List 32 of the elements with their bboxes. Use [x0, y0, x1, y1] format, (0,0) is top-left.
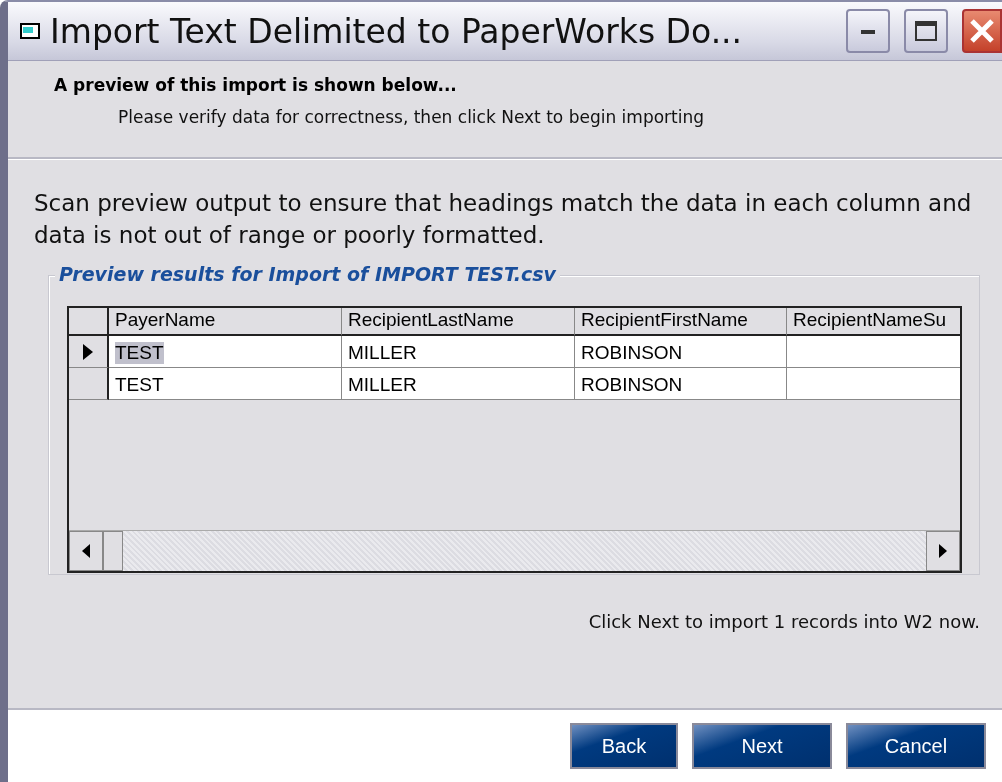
summary-text: Click Next to import 1 records into W2 now. [587, 611, 980, 632]
window-icon [20, 23, 40, 39]
row-pointer-icon [83, 343, 93, 360]
header-heading: A preview of this import is shown below... [54, 75, 458, 95]
column-header[interactable]: PayerName [109, 308, 342, 336]
header-subheading: Please verify data for correctness, then click Next to begin importing [118, 107, 705, 127]
column-header[interactable]: RecipientLastName [342, 308, 575, 336]
maximize-button[interactable] [904, 9, 948, 53]
scroll-left-button[interactable] [69, 531, 103, 571]
minimize-button[interactable] [846, 9, 890, 53]
scroll-right-button[interactable] [926, 531, 960, 571]
group-title: Preview results for Import of IMPORT TEST.csv [55, 263, 560, 285]
maximize-icon [915, 21, 937, 41]
cancel-button[interactable]: Cancel [846, 723, 986, 769]
close-icon [969, 18, 995, 44]
table-cell: ROBINSON [581, 342, 683, 364]
left-arrow-icon [82, 544, 90, 558]
instructions-text: Scan preview output to ensure that headings match the data in each column and data is not out of range or poorly formatted. [34, 189, 973, 250]
table-cell: MILLER [348, 374, 417, 396]
column-header[interactable]: RecipientFirstName [575, 308, 787, 336]
window-title: Import Text Delimited to PaperWorks Do... [50, 11, 744, 51]
close-button[interactable] [962, 9, 1002, 53]
back-button[interactable]: Back [570, 723, 678, 769]
table-cell: ROBINSON [581, 374, 683, 396]
table-cell: TEST [115, 342, 164, 364]
horizontal-scrollbar[interactable] [69, 530, 960, 571]
minimize-icon [861, 28, 875, 34]
scroll-thumb[interactable] [103, 531, 123, 571]
next-button[interactable]: Next [692, 723, 832, 769]
table-cell: MILLER [348, 342, 417, 364]
table-cell: TEST [115, 374, 164, 396]
right-arrow-icon [939, 544, 947, 558]
